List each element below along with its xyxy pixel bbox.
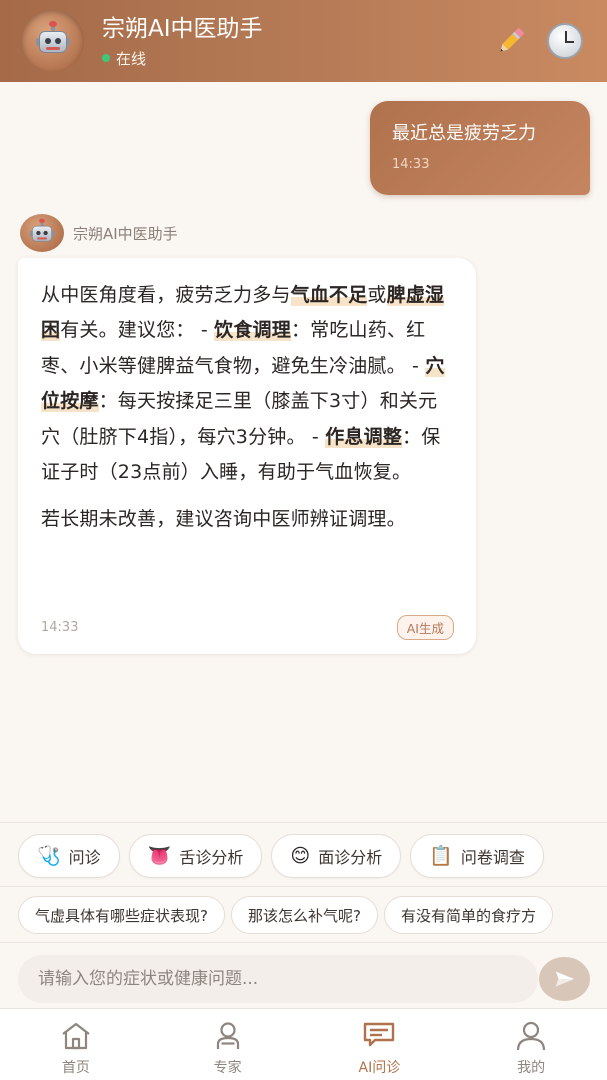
nav-label: 首页 bbox=[61, 1060, 90, 1076]
bot-paragraph: 从中医角度看，疲劳乏力多与气血不足或脾虚湿困有关。建议您： - 饮食调理：常吃山… bbox=[41, 284, 445, 484]
tongue-icon: 👅 bbox=[147, 844, 172, 867]
expert-icon bbox=[216, 1022, 239, 1049]
status-text: 在线 bbox=[116, 49, 147, 68]
tool-bar: 🩺 问诊 👅 舌诊分析 😊 面诊分析 📋 问卷调查 bbox=[18, 834, 553, 878]
highlight-term: 饮食调理 bbox=[214, 319, 291, 342]
bot-label: 宗朔AI中医助手 bbox=[20, 214, 178, 252]
chat-icon bbox=[364, 1022, 395, 1047]
bot-message-footer: 14:33 AI生成 bbox=[41, 615, 454, 640]
divider bbox=[0, 822, 607, 823]
divider bbox=[0, 942, 607, 943]
profile-icon bbox=[517, 1021, 546, 1051]
assistant-avatar bbox=[22, 10, 84, 72]
nav-ai-consult[interactable]: AI问诊 bbox=[304, 1009, 456, 1080]
user-message-time: 14:33 bbox=[392, 157, 430, 172]
home-icon bbox=[62, 1022, 90, 1050]
consult-button[interactable]: 🩺 问诊 bbox=[18, 834, 120, 878]
message-input[interactable] bbox=[38, 969, 518, 989]
nav-expert[interactable]: 专家 bbox=[152, 1009, 304, 1080]
clipboard-icon: 📋 bbox=[429, 844, 453, 867]
divider bbox=[0, 886, 607, 887]
smile-icon: 😊 bbox=[290, 844, 311, 867]
user-message-text: 最近总是疲劳乏力 bbox=[392, 123, 536, 144]
bot-avatar bbox=[20, 214, 64, 252]
robot-icon bbox=[29, 218, 55, 244]
stethoscope-icon: 🩺 bbox=[37, 844, 61, 867]
bot-name: 宗朔AI中医助手 bbox=[73, 224, 178, 243]
tongue-analysis-label: 舌诊分析 bbox=[179, 848, 244, 867]
highlight-term: 作息调整 bbox=[325, 425, 403, 448]
ai-generated-badge: AI生成 bbox=[396, 615, 454, 640]
user-bubble: 最近总是疲劳乏力 14:33 bbox=[370, 101, 590, 195]
robot-icon bbox=[36, 21, 70, 56]
message-input-wrapper bbox=[18, 955, 538, 1003]
edit-button[interactable] bbox=[491, 21, 531, 61]
tongue-analysis-button[interactable]: 👅 舌诊分析 bbox=[128, 834, 263, 878]
nav-label: 专家 bbox=[213, 1060, 242, 1076]
app-title: 宗朔AI中医助手 bbox=[102, 15, 263, 42]
nav-profile[interactable]: 我的 bbox=[455, 1009, 607, 1080]
user-message: 最近总是疲劳乏力 14:33 bbox=[370, 101, 590, 195]
title-block: 宗朔AI中医助手 在线 bbox=[102, 14, 477, 69]
suggestion-chip[interactable]: 气虚具体有哪些症状表现? bbox=[18, 896, 225, 934]
bottom-nav: 首页 专家 AI问诊 我的 bbox=[0, 1008, 607, 1080]
face-analysis-label: 面诊分析 bbox=[318, 848, 383, 867]
bot-paragraph: 若长期未改善，建议咨询中医师辨证调理。 bbox=[41, 508, 406, 531]
send-button[interactable] bbox=[539, 957, 590, 1001]
suggestion-list: 气虚具体有哪些症状表现? 那该怎么补气呢? 有没有简单的食疗方 bbox=[18, 896, 607, 934]
app-header: 宗朔AI中医助手 在线 bbox=[0, 0, 607, 82]
questionnaire-label: 问卷调查 bbox=[460, 848, 525, 867]
suggestion-chip[interactable]: 有没有简单的食疗方 bbox=[383, 896, 553, 934]
suggestion-chip[interactable]: 那该怎么补气呢? bbox=[230, 896, 378, 934]
bot-message-time: 14:33 bbox=[41, 620, 79, 635]
nav-label: AI问诊 bbox=[358, 1060, 401, 1076]
highlight-term: 气血不足 bbox=[290, 284, 368, 306]
clock-icon bbox=[547, 23, 583, 59]
send-icon bbox=[555, 971, 574, 987]
history-button[interactable] bbox=[545, 21, 585, 61]
pencil-icon bbox=[500, 27, 525, 52]
online-dot-icon bbox=[102, 54, 110, 62]
nav-label: 我的 bbox=[517, 1060, 546, 1076]
online-status: 在线 bbox=[102, 48, 477, 69]
questionnaire-button[interactable]: 📋 问卷调查 bbox=[410, 834, 544, 878]
bot-message: 从中医角度看，疲劳乏力多与气血不足或脾虚湿困有关。建议您： - 饮食调理：常吃山… bbox=[18, 258, 476, 654]
nav-home[interactable]: 首页 bbox=[0, 1009, 152, 1080]
consult-label: 问诊 bbox=[68, 848, 101, 867]
bot-message-text: 从中医角度看，疲劳乏力多与气血不足或脾虚湿困有关。建议您： - 饮食调理：常吃山… bbox=[41, 278, 452, 538]
face-analysis-button[interactable]: 😊 面诊分析 bbox=[271, 834, 402, 878]
